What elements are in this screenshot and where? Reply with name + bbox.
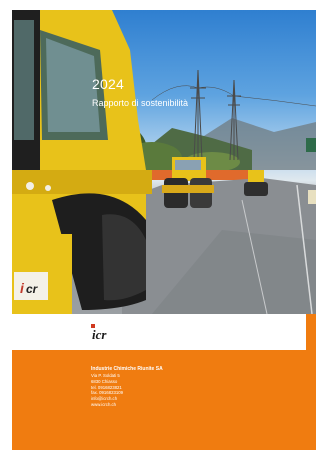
company-contacts: Via P. Soldati 5 6830 Chiasso tel. 09168… — [91, 373, 123, 408]
report-subtitle: Rapporto di sostenibilità — [92, 98, 189, 108]
company-name: Industrie Chimiche Riunite SA — [91, 366, 163, 372]
svg-text:cr: cr — [26, 282, 39, 296]
footer-band — [12, 350, 316, 450]
svg-text:icr: icr — [92, 327, 107, 342]
logo-strip: icr — [12, 314, 306, 350]
report-cover: i cr 2024 Rapporto di sostenibilità icr … — [12, 10, 316, 450]
report-year: 2024 — [92, 76, 124, 92]
address-street: Via P. Soldati 5 — [91, 373, 120, 378]
website: www.icrch.ch — [91, 401, 117, 407]
company-logo: icr — [90, 323, 118, 343]
footer-tab — [306, 314, 316, 350]
cover-photo: i cr — [12, 10, 316, 314]
road-construction-scene: i cr — [12, 10, 316, 314]
